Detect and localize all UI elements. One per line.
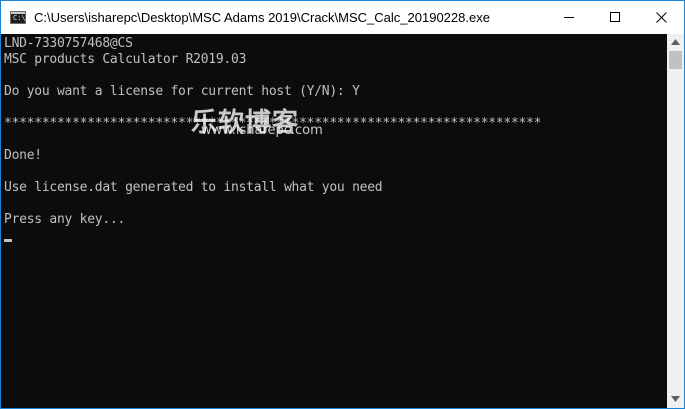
console-app-icon[interactable]: C:\ [10,11,26,24]
scroll-up-button[interactable] [667,34,684,51]
minimize-button[interactable] [546,1,592,34]
close-button[interactable] [638,1,684,34]
vertical-scrollbar[interactable] [667,34,684,408]
watermark-url: www.isharepc.com [201,123,323,138]
title-bar[interactable]: C:\ C:\Users\isharepc\Desktop\MSC Adams … [1,1,684,34]
console-line: Do you want a license for current host (… [4,84,360,99]
maximize-button[interactable] [592,1,638,34]
console-line: MSC products Calculator R2019.03 [4,52,247,67]
console-line: Press any key... [4,212,126,227]
console-output[interactable]: LND-7330757468@CS MSC products Calculato… [1,34,667,408]
text-cursor [4,239,12,242]
console-line: Use license.dat generated to install wha… [4,180,383,195]
window-title: C:\Users\isharepc\Desktop\MSC Adams 2019… [34,10,490,25]
scroll-down-button[interactable] [667,391,684,408]
console-line: Done! [4,148,42,163]
console-window: C:\ C:\Users\isharepc\Desktop\MSC Adams … [0,0,685,409]
close-icon [656,12,667,23]
scroll-up-arrow-icon [671,39,680,45]
console-line: LND-7330757468@CS [4,36,133,51]
app-icon-prompt: C:\ [13,14,26,22]
scroll-thumb[interactable] [669,51,682,69]
scroll-down-arrow-icon [671,396,680,402]
